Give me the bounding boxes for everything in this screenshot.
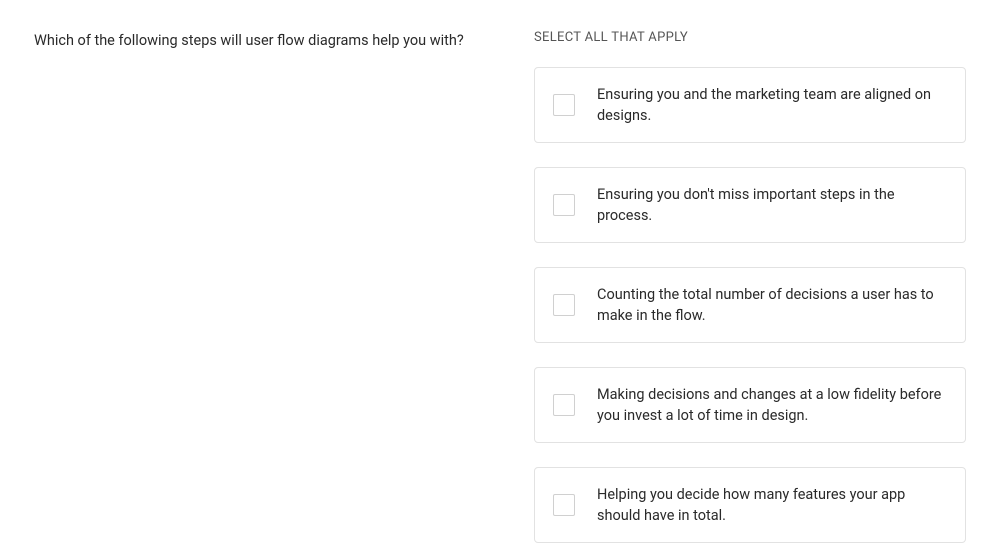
checkbox-icon[interactable] bbox=[553, 194, 575, 216]
checkbox-icon[interactable] bbox=[553, 394, 575, 416]
option-label: Making decisions and changes at a low fi… bbox=[597, 384, 947, 426]
quiz-container: Which of the following steps will user f… bbox=[34, 30, 966, 543]
option-card-2[interactable]: Counting the total number of decisions a… bbox=[534, 267, 966, 343]
option-card-0[interactable]: Ensuring you and the marketing team are … bbox=[534, 67, 966, 143]
question-column: Which of the following steps will user f… bbox=[34, 30, 464, 543]
option-label: Counting the total number of decisions a… bbox=[597, 284, 947, 326]
checkbox-icon[interactable] bbox=[553, 294, 575, 316]
answers-column: SELECT ALL THAT APPLY Ensuring you and t… bbox=[534, 30, 966, 543]
option-card-1[interactable]: Ensuring you don't miss important steps … bbox=[534, 167, 966, 243]
question-text: Which of the following steps will user f… bbox=[34, 30, 464, 52]
option-card-4[interactable]: Helping you decide how many features you… bbox=[534, 467, 966, 543]
options-list: Ensuring you and the marketing team are … bbox=[534, 67, 966, 543]
checkbox-icon[interactable] bbox=[553, 494, 575, 516]
option-label: Ensuring you and the marketing team are … bbox=[597, 84, 947, 126]
option-label: Helping you decide how many features you… bbox=[597, 484, 947, 526]
option-card-3[interactable]: Making decisions and changes at a low fi… bbox=[534, 367, 966, 443]
checkbox-icon[interactable] bbox=[553, 94, 575, 116]
instruction-label: SELECT ALL THAT APPLY bbox=[534, 30, 966, 45]
option-label: Ensuring you don't miss important steps … bbox=[597, 184, 947, 226]
